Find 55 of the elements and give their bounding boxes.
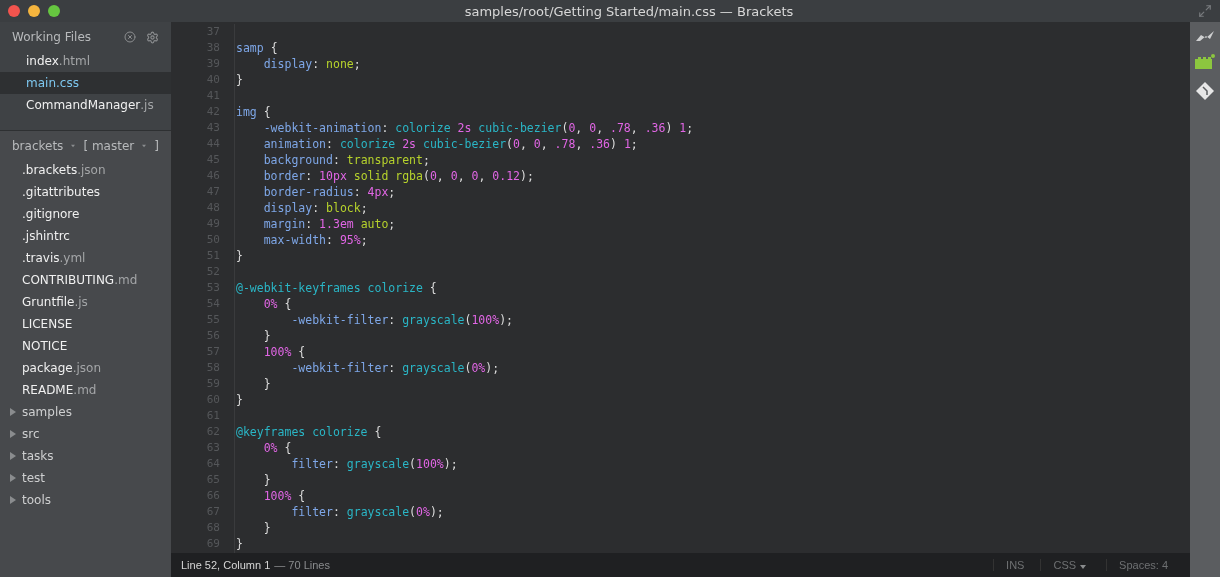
code-line: -webkit-animation: colorize 2s cubic-bezier(0, 0, .78, .36) 1;	[262, 120, 695, 136]
file-item[interactable]: NOTICE	[0, 335, 171, 357]
window-title: samples/root/Getting Started/main.css — Brackets	[463, 3, 795, 19]
code-line: }	[236, 536, 244, 552]
code-line: display: block;	[262, 200, 369, 216]
code-line: img {	[236, 104, 272, 120]
file-item[interactable]: Gruntfile.js	[0, 291, 171, 313]
code-line: }	[262, 472, 272, 488]
code-line: }	[236, 248, 244, 264]
code-line: 0% {	[262, 296, 293, 312]
file-item[interactable]: .jshintrc	[0, 225, 171, 247]
line-count: — 70 Lines	[274, 559, 331, 571]
file-item[interactable]: .gitattributes	[0, 181, 171, 203]
code-line: 100% {	[262, 488, 307, 504]
folder-item[interactable]: samples	[0, 401, 171, 423]
code-line: }	[236, 72, 244, 88]
code-line: background: transparent;	[262, 152, 431, 168]
file-item[interactable]: .gitignore	[0, 203, 171, 225]
code-line: max-width: 95%;	[262, 232, 369, 248]
branch-dropdown[interactable]: [ master	[83, 139, 135, 153]
working-files-title: Working Files	[12, 30, 93, 44]
folder-item[interactable]: tools	[0, 489, 171, 511]
file-item[interactable]: package.json	[0, 357, 171, 379]
code-line: display: none;	[262, 56, 362, 72]
code-line: 0% {	[262, 440, 293, 456]
folder-item[interactable]: tasks	[0, 445, 171, 467]
file-item[interactable]: README.md	[0, 379, 171, 401]
folder-item[interactable]: src	[0, 423, 171, 445]
code-line: samp {	[236, 40, 279, 56]
working-file[interactable]: index.html	[0, 50, 171, 72]
project-dropdown[interactable]: brackets	[12, 139, 64, 153]
code-line: filter: grayscale(0%);	[290, 504, 445, 520]
code-line: @keyframes colorize {	[236, 424, 383, 440]
code-line: }	[262, 520, 272, 536]
code-line: }	[262, 328, 272, 344]
file-item[interactable]: LICENSE	[0, 313, 171, 335]
code-line: -webkit-filter: grayscale(0%);	[290, 360, 501, 376]
code-line: @-webkit-keyframes colorize {	[236, 280, 438, 296]
file-item[interactable]: CONTRIBUTING.md	[0, 269, 171, 291]
code-line: border: 10px solid rgba(0, 0, 0, 0.12);	[262, 168, 535, 184]
code-line: animation: colorize 2s cubic-bezier(0, 0, .78, .36) 1;	[262, 136, 639, 152]
code-line: }	[262, 376, 272, 392]
cursor-position: Line 52, Column 1	[181, 559, 271, 571]
code-line: filter: grayscale(100%);	[290, 456, 459, 472]
file-item[interactable]: .brackets.json	[0, 159, 171, 181]
code-line: }	[236, 392, 244, 408]
folder-item[interactable]: test	[0, 467, 171, 489]
file-item[interactable]: .travis.yml	[0, 247, 171, 269]
bracket-text: ]	[154, 139, 159, 153]
code-line: margin: 1.3em auto;	[262, 216, 397, 232]
code-line: border-radius: 4px;	[262, 184, 397, 200]
code-line: -webkit-filter: grayscale(100%);	[290, 312, 514, 328]
code-line: 100% {	[262, 344, 307, 360]
working-file[interactable]: main.css	[0, 72, 171, 94]
working-file[interactable]: CommandManager.js	[0, 94, 171, 116]
